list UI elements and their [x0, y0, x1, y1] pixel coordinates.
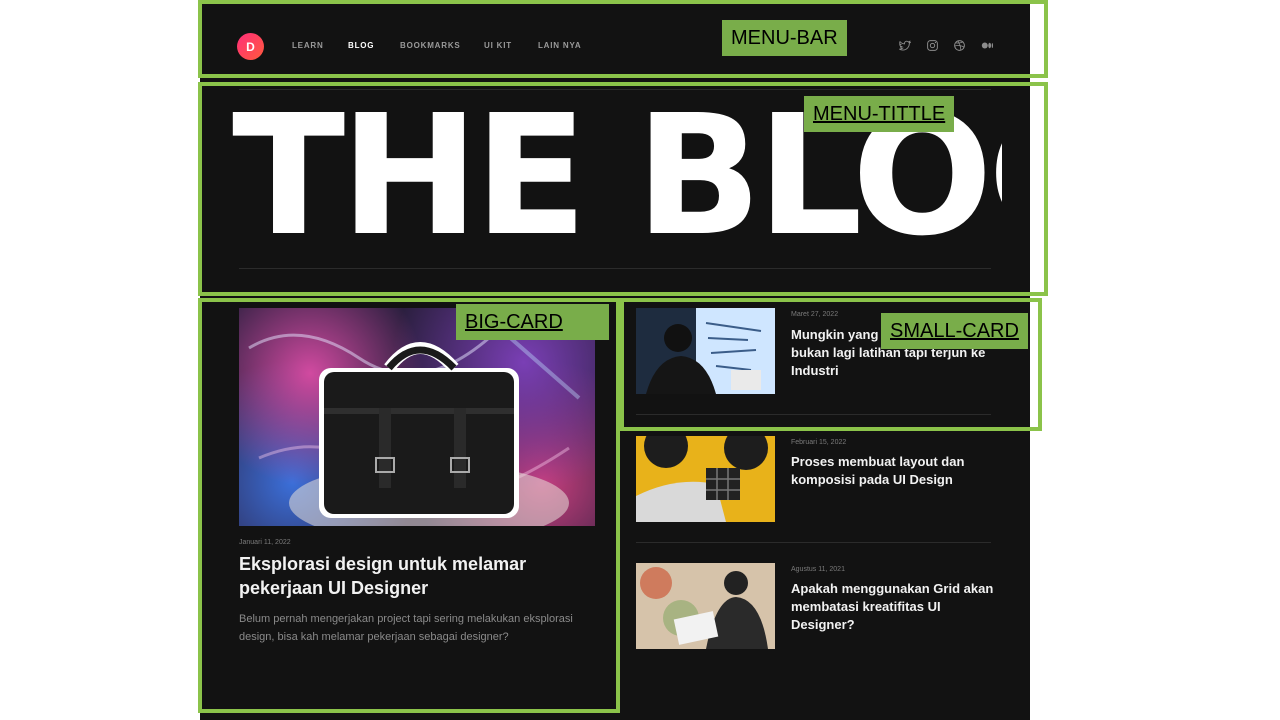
menu-title-annotation-label: MENU-TITTLE [804, 96, 955, 132]
small-card-2-title[interactable]: Proses membuat layout dan komposisi pada… [791, 453, 1001, 489]
menu-bar-annotation-box [198, 0, 1048, 78]
small-card-annotation-label: SMALL-CARD [881, 313, 1028, 349]
big-card-annotation-label: BIG-CARD [456, 304, 609, 340]
small-card-3-image[interactable] [636, 563, 775, 649]
small-card-3-date: Agustus 11, 2021 [791, 566, 845, 573]
menu-bar-annotation-label: MENU-BAR [722, 20, 847, 56]
big-card-annotation-box [198, 298, 620, 713]
rubik-cube-hand-illustration [636, 436, 775, 522]
small-card-2-date: Februari 15, 2022 [791, 439, 847, 446]
person-laptop-illustration [636, 563, 775, 649]
small-card-2-image[interactable] [636, 436, 775, 522]
small-card-3-title[interactable]: Apakah menggunakan Grid akan membatasi k… [791, 580, 996, 634]
card-divider [636, 542, 991, 543]
